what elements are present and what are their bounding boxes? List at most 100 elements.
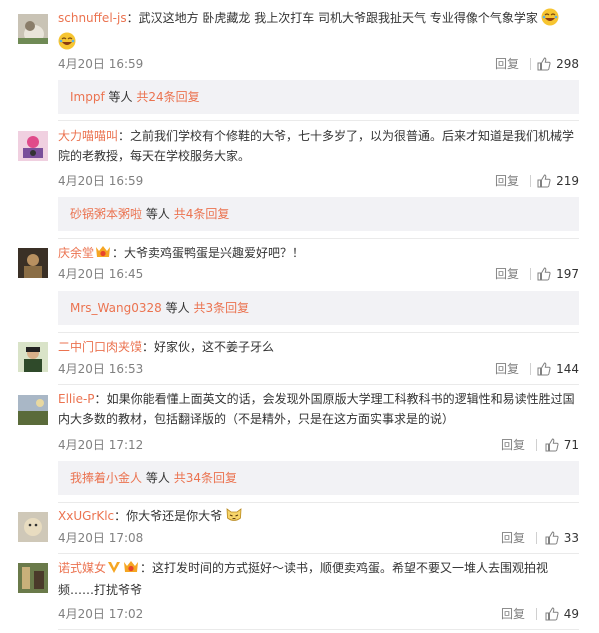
like-button[interactable]: 71 — [545, 437, 579, 453]
divider — [536, 608, 537, 620]
divider — [530, 175, 531, 187]
reply-button[interactable]: 回复 — [501, 530, 525, 546]
thumbs-up-icon — [545, 607, 559, 621]
comment-body: 庆余堂 ：大爷卖鸡蛋鸭蛋是兴趣爱好吧？！ — [58, 243, 579, 265]
comment-meta: 4月20日 16:45 回复 197 — [58, 266, 579, 282]
comment-username[interactable]: 庆余堂 — [58, 246, 94, 260]
comment-date: 4月20日 17:12 — [58, 438, 144, 452]
view-replies-link[interactable]: 共24条回复 — [136, 90, 199, 104]
like-button[interactable]: 219 — [537, 173, 579, 189]
divider — [58, 238, 579, 239]
sub-replies-box[interactable]: Mrs_Wang0328 等人 共3条回复 — [58, 291, 579, 325]
like-count: 197 — [556, 267, 579, 281]
avatar[interactable] — [18, 395, 48, 425]
like-count: 33 — [563, 531, 579, 545]
comment-feed: schnuffel-js：武汉这地方 卧虎藏龙 我上次打车 司机大爷跟我扯天气 … — [0, 0, 599, 633]
comment-username[interactable]: Ellie-P — [58, 392, 95, 406]
sub-replies-box[interactable]: 我捧着小金人 等人 共34条回复 — [58, 461, 579, 495]
comment-username[interactable]: 大力喵喵叫 — [58, 129, 118, 143]
comment-body: 二中门口肉夹馍：好家伙，这不姜子牙么 — [58, 340, 275, 354]
comment-date: 4月20日 16:45 — [58, 267, 144, 281]
sub-reply-username[interactable]: 砂锅粥本粥啦 — [70, 207, 142, 221]
avatar[interactable] — [18, 342, 48, 372]
thumbs-up-icon — [537, 362, 551, 376]
comment-text: 好家伙，这不姜子牙么 — [154, 340, 275, 354]
divider — [530, 58, 531, 70]
view-replies-link[interactable]: 共34条回复 — [174, 471, 237, 485]
thumbs-up-icon — [537, 267, 551, 281]
divider — [58, 384, 579, 385]
comment-date: 4月20日 16:59 — [58, 174, 144, 188]
comment-meta: 4月20日 17:02 回复 49 — [58, 606, 579, 622]
like-count: 49 — [563, 607, 579, 621]
avatar[interactable] — [18, 512, 48, 542]
sub-reply-label: 等人 — [165, 301, 190, 315]
comment-meta: 4月20日 16:59 回复 298 — [58, 56, 579, 72]
comment-text: 武汉这地方 卧虎藏龙 我上次打车 司机大爷跟我扯天气 专业得像个气象学家 — [138, 11, 538, 25]
divider — [58, 332, 579, 333]
divider — [530, 268, 531, 280]
like-count: 71 — [563, 438, 579, 452]
verified-v-icon — [107, 560, 121, 580]
sub-reply-label: 等人 — [108, 90, 133, 104]
comment-text: 如果你能看懂上面英文的话，会发现外国原版大学理工科教科书的逻辑性和易读性胜过国 — [106, 392, 575, 406]
sub-replies-box[interactable]: Imppf 等人 共24条回复 — [58, 80, 579, 114]
sub-replies-box[interactable]: 砂锅粥本粥啦 等人 共4条回复 — [58, 197, 579, 231]
comment-date: 4月20日 17:08 — [58, 531, 144, 545]
view-replies-link[interactable]: 共4条回复 — [174, 207, 230, 221]
divider — [536, 439, 537, 451]
comment-date: 4月20日 17:02 — [58, 607, 144, 621]
like-count: 144 — [556, 362, 579, 376]
like-button[interactable]: 144 — [537, 361, 579, 377]
thumbs-up-icon — [537, 57, 551, 71]
reply-button[interactable]: 回复 — [495, 56, 519, 72]
comment-username[interactable]: 二中门口肉夹馍 — [58, 340, 142, 354]
comment-text: 频……打扰爷爷 — [58, 583, 143, 597]
comment-body: schnuffel-js：武汉这地方 卧虎藏龙 我上次打车 司机大爷跟我扯天气 … — [58, 8, 579, 56]
like-count: 219 — [556, 174, 579, 188]
thumbs-up-icon — [537, 174, 551, 188]
like-count: 298 — [556, 57, 579, 71]
comment-text: 内大多数的教材，包括翻译版的（不是精外，只是在这方面实事求是的说） — [58, 412, 455, 426]
view-replies-link[interactable]: 共3条回复 — [193, 301, 249, 315]
reply-button[interactable]: 回复 — [495, 173, 519, 189]
reply-button[interactable]: 回复 — [501, 437, 525, 453]
comment-meta: 4月20日 17:12 回复 71 — [58, 437, 579, 453]
sub-reply-username[interactable]: Mrs_Wang0328 — [70, 301, 162, 315]
sub-reply-label: 等人 — [145, 207, 170, 221]
avatar[interactable] — [18, 248, 48, 278]
comment-text: 你大爷还是你大爷 — [126, 509, 223, 523]
comment-body: 大力喵喵叫：之前我们学校有个修鞋的大爷，七十多岁了，以为很普通。后来才知道是我们… — [58, 129, 575, 163]
like-button[interactable]: 298 — [537, 56, 579, 72]
comment-text: 院的老教授，每天在学校服务大家。 — [58, 149, 251, 163]
divider — [58, 502, 579, 503]
avatar[interactable] — [18, 131, 48, 161]
avatar[interactable] — [18, 14, 48, 44]
sub-reply-username[interactable]: 我捧着小金人 — [70, 471, 142, 485]
comment-username[interactable]: 诺式媒女 — [58, 561, 106, 575]
divider — [58, 120, 579, 121]
thumbs-up-icon — [545, 531, 559, 545]
reply-button[interactable]: 回复 — [495, 266, 519, 282]
sub-reply-label: 等人 — [145, 471, 170, 485]
comment-body: XxUGrKlc：你大爷还是你大爷 — [58, 506, 579, 530]
sub-reply-username[interactable]: Imppf — [70, 90, 105, 104]
cat-emoji-icon — [225, 506, 243, 530]
comment-text: 大爷卖鸡蛋鸭蛋是兴趣爱好吧？！ — [124, 246, 305, 260]
divider — [58, 553, 579, 554]
reply-button[interactable]: 回复 — [495, 361, 519, 377]
reply-button[interactable]: 回复 — [501, 606, 525, 622]
comment-meta: 4月20日 16:59 回复 219 — [58, 173, 579, 189]
vip-badge-icon — [123, 560, 139, 580]
avatar[interactable] — [18, 563, 48, 593]
like-button[interactable]: 197 — [537, 266, 579, 282]
comment-meta: 4月20日 17:08 回复 33 — [58, 530, 579, 546]
comment-date: 4月20日 16:59 — [58, 57, 144, 71]
comment-date: 4月20日 16:53 — [58, 362, 144, 376]
like-button[interactable]: 49 — [545, 606, 579, 622]
comment-body: 诺式媒女 ：这打发时间的方式挺好～读书，顺便卖鸡蛋。希望不要又一堆人去围观拍视 频…… — [58, 560, 549, 597]
laughing-emoji-icon — [58, 32, 76, 56]
comment-username[interactable]: XxUGrKlc — [58, 509, 114, 523]
like-button[interactable]: 33 — [545, 530, 579, 546]
comment-username[interactable]: schnuffel-js — [58, 11, 127, 25]
